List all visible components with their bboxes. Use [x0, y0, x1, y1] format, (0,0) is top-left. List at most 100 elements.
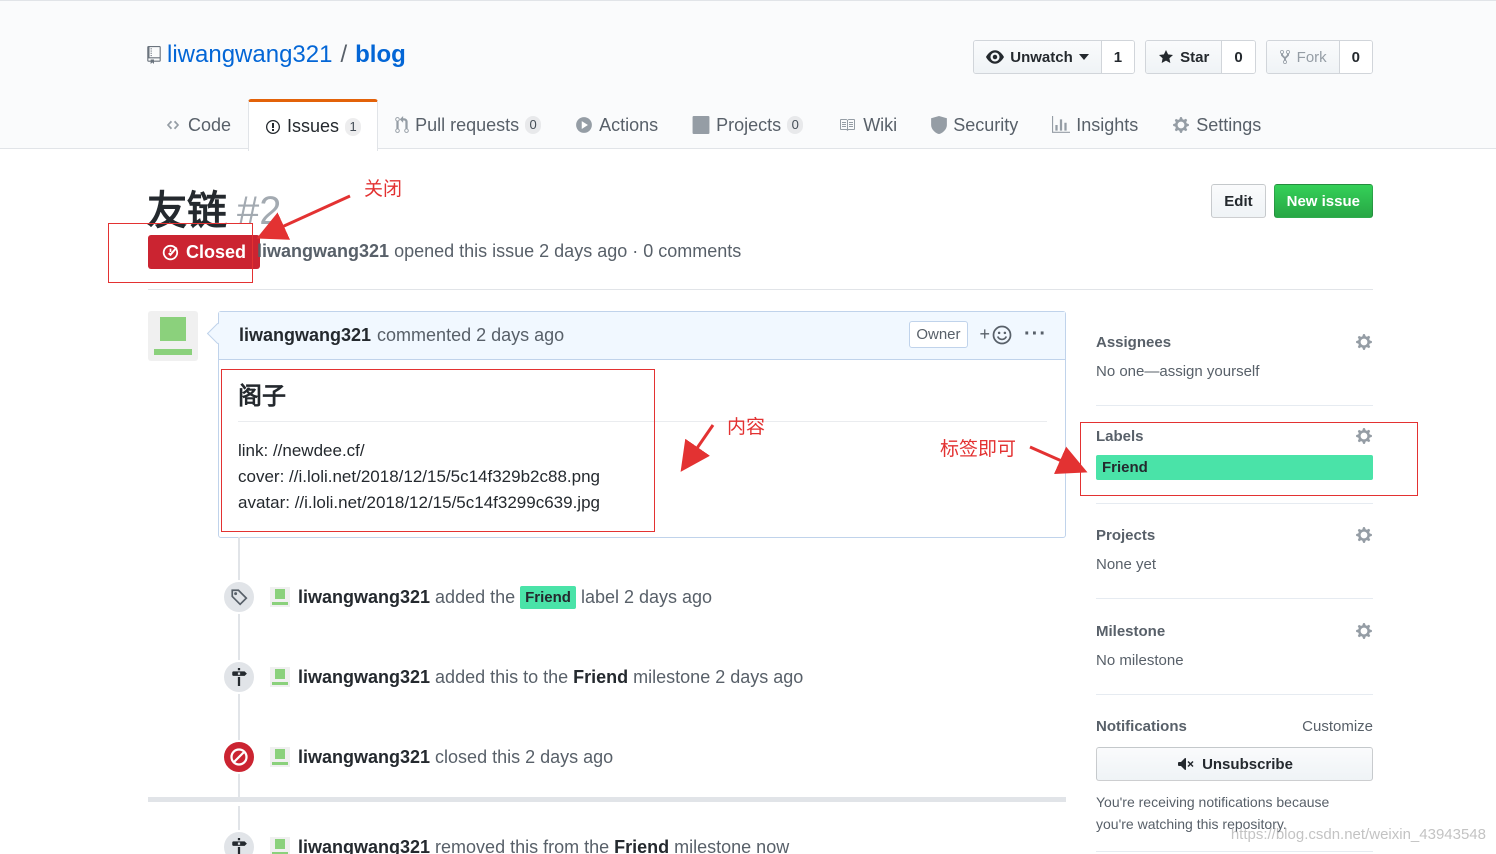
tab-code-label: Code: [188, 114, 232, 135]
tab-settings[interactable]: Settings: [1155, 99, 1278, 150]
sidebar-heading: Notifications Customize: [1096, 718, 1373, 735]
star-icon: [1159, 50, 1174, 63]
code-icon: [166, 120, 180, 130]
star-group: Star 0: [1145, 40, 1256, 74]
annotation-content: 内容: [727, 416, 766, 438]
repo-owner-link[interactable]: liwangwang321: [167, 41, 332, 69]
tab-security-label: Security: [953, 114, 1019, 135]
shield-icon: [931, 116, 948, 134]
sidebar-milestone: Milestone No milestone: [1096, 622, 1373, 695]
edit-button[interactable]: Edit: [1211, 184, 1266, 218]
issue-meta: liwangwang321 opened this issue 2 days a…: [257, 241, 741, 262]
fork-button[interactable]: Fork: [1266, 41, 1339, 73]
annotation-labels: 标签即可: [940, 438, 1017, 460]
issue-author[interactable]: liwangwang321: [257, 241, 389, 261]
tab-insights[interactable]: Insights: [1035, 99, 1155, 150]
gear-icon[interactable]: [1355, 622, 1373, 640]
milestone-icon: [222, 660, 256, 694]
event-text: milestone now: [674, 836, 790, 854]
unwatch-label: Unwatch: [1010, 48, 1073, 66]
projects-heading: Projects: [1096, 526, 1156, 544]
tab-code[interactable]: Code: [147, 99, 248, 150]
tab-pull-requests-label: Pull requests: [415, 114, 520, 135]
tab-insights-label: Insights: [1076, 114, 1139, 135]
comment-header: liwangwang321 commented 2 days ago Owner…: [219, 312, 1065, 360]
event-text: removed this from the: [435, 836, 610, 854]
issue-header-actions: Edit New issue: [1211, 184, 1373, 218]
kebab-menu-icon[interactable]: ···: [1024, 323, 1047, 346]
tab-wiki[interactable]: Wiki: [820, 99, 914, 150]
milestone-heading: Milestone: [1096, 622, 1166, 640]
issues-counter: 1: [345, 117, 362, 136]
issue-opened-icon: [266, 119, 281, 134]
assignees-heading: Assignees: [1096, 333, 1172, 351]
forks-count[interactable]: 0: [1338, 41, 1372, 73]
annotation-box-closed: [108, 223, 253, 283]
avatar[interactable]: [270, 587, 290, 607]
tab-actions-label: Actions: [599, 114, 659, 135]
tab-projects[interactable]: Projects 0: [675, 99, 820, 150]
customize-link[interactable]: Customize: [1302, 718, 1373, 735]
event-milestone[interactable]: Friend: [614, 837, 669, 854]
project-icon: [692, 116, 710, 134]
circle-slash-icon: [222, 740, 256, 774]
star-label: Star: [1180, 48, 1210, 66]
event-author[interactable]: liwangwang321: [298, 667, 430, 688]
comment-author[interactable]: liwangwang321: [239, 325, 371, 346]
avatar[interactable]: [270, 837, 290, 854]
sidebar-heading[interactable]: Projects: [1096, 526, 1373, 544]
repo-separator: /: [340, 41, 348, 68]
friend-label-chip[interactable]: Friend: [520, 585, 576, 609]
unsubscribe-label: Unsubscribe: [1202, 755, 1293, 773]
repo-nav: Code Issues 1 Pull requests 0 Actions Pr…: [147, 99, 1278, 151]
avatar[interactable]: [270, 667, 290, 687]
watermark: https://blog.csdn.net/weixin_43943548: [1230, 826, 1486, 843]
repo-title: liwangwang321 / blog: [147, 41, 406, 69]
tab-pull-requests[interactable]: Pull requests 0: [378, 99, 558, 150]
timeline-separator: [148, 797, 1066, 802]
annotation-box-content: [221, 369, 655, 532]
event-author[interactable]: liwangwang321: [298, 837, 430, 854]
event-text: closed this 2 days ago: [435, 746, 614, 767]
event-author[interactable]: liwangwang321: [298, 587, 430, 608]
graph-icon: [1052, 116, 1071, 133]
milestone-icon: [222, 830, 256, 854]
watchers-count[interactable]: 1: [1100, 41, 1135, 73]
assignees-value[interactable]: No one—assign yourself: [1096, 363, 1373, 380]
pulls-counter: 0: [525, 116, 542, 134]
smiley-icon: [992, 325, 1012, 344]
notifications-reason-line: You're receiving notifications because: [1096, 794, 1330, 810]
timeline-event-labeled: liwangwang321 added the Friend label 2 d…: [222, 580, 712, 614]
repo-name-link[interactable]: blog: [355, 41, 406, 69]
comment-time[interactable]: commented 2 days ago: [377, 325, 564, 346]
star-button[interactable]: Star: [1146, 41, 1222, 73]
reaction-plus: +: [979, 324, 991, 344]
gear-icon[interactable]: [1355, 526, 1373, 544]
unwatch-button[interactable]: Unwatch: [974, 41, 1101, 73]
event-text: milestone 2 days ago: [633, 666, 804, 687]
comment-actions: Owner + ···: [909, 321, 1047, 348]
tab-security[interactable]: Security: [914, 99, 1035, 150]
event-text: added this to the: [435, 666, 569, 687]
gear-icon: [1173, 117, 1190, 133]
event-text: label 2 days ago: [580, 586, 713, 607]
avatar[interactable]: [148, 311, 198, 361]
sidebar-heading[interactable]: Assignees: [1096, 333, 1373, 351]
mute-icon: [1178, 758, 1194, 770]
tab-wiki-label: Wiki: [863, 114, 898, 135]
timeline-event-milestoned: liwangwang321 added this to the Friend m…: [222, 660, 803, 694]
avatar[interactable]: [270, 747, 290, 767]
sidebar-projects: Projects None yet: [1096, 526, 1373, 599]
stars-count[interactable]: 0: [1221, 41, 1255, 73]
event-author[interactable]: liwangwang321: [298, 747, 430, 768]
event-milestone[interactable]: Friend: [573, 667, 628, 688]
add-reaction-button[interactable]: +: [980, 324, 1013, 345]
unsubscribe-button[interactable]: Unsubscribe: [1096, 747, 1373, 781]
sidebar-heading[interactable]: Milestone: [1096, 622, 1373, 640]
new-issue-button[interactable]: New issue: [1273, 184, 1373, 218]
gear-icon[interactable]: [1355, 333, 1373, 351]
timeline-event-demilestoned: liwangwang321 removed this from the Frie…: [222, 830, 789, 854]
projects-value: None yet: [1096, 556, 1157, 573]
tab-actions[interactable]: Actions: [558, 99, 675, 150]
tab-issues[interactable]: Issues 1: [248, 99, 379, 151]
